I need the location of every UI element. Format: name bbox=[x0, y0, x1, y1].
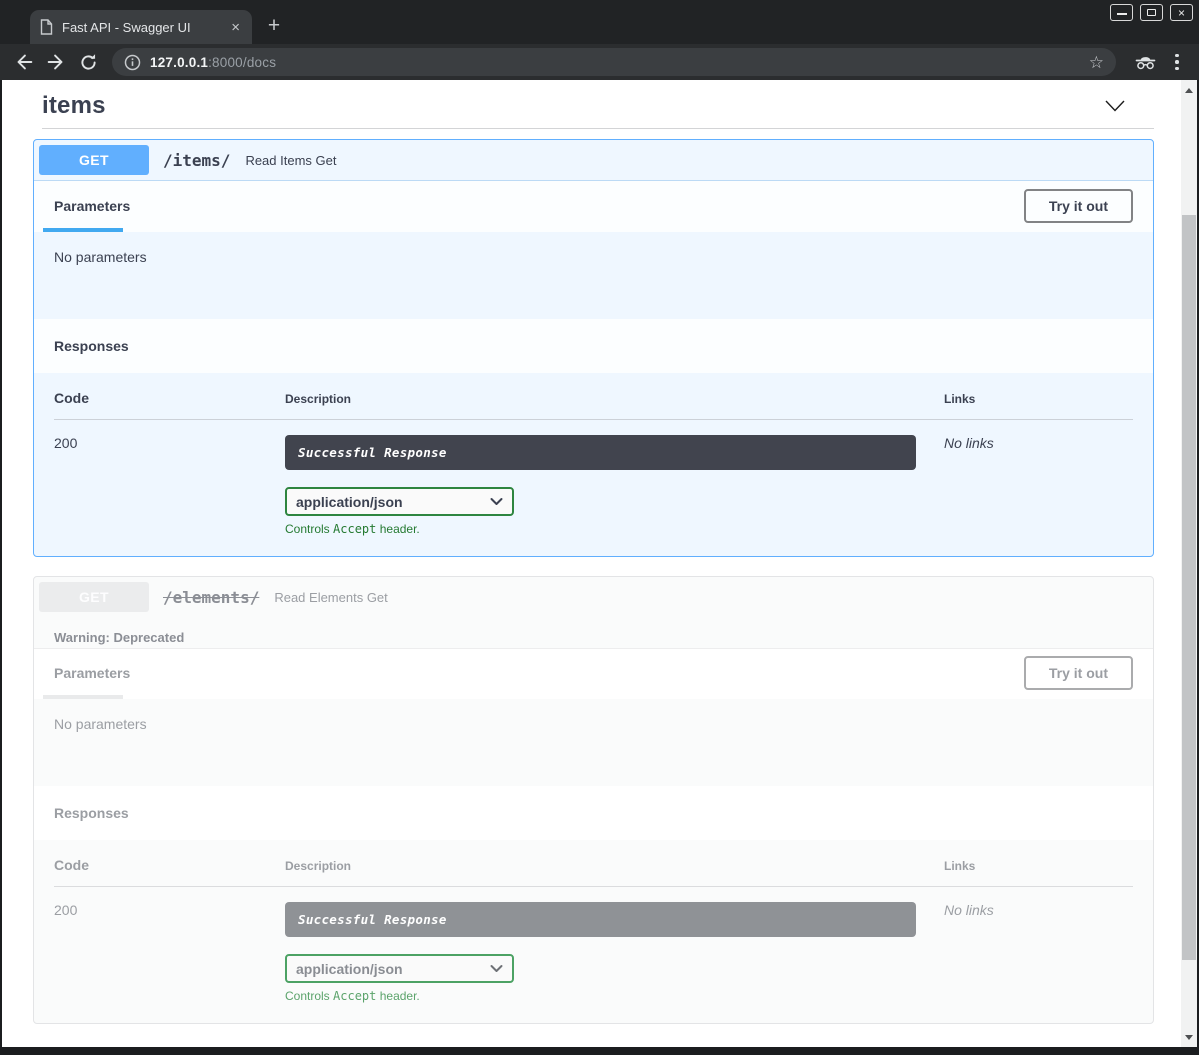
response-row: 200 Successful Response application/json… bbox=[54, 887, 1133, 1003]
scrollbar-thumb[interactable] bbox=[1182, 215, 1196, 960]
endpoint-summary: Read Items Get bbox=[245, 153, 336, 168]
url-host: 127.0.0.1 bbox=[150, 55, 208, 70]
chevron-down-icon[interactable] bbox=[1104, 99, 1126, 113]
page-content: items GET /items/ Read Items Get Paramet… bbox=[2, 80, 1197, 1047]
maximize-icon bbox=[1147, 9, 1156, 16]
response-description-cell: Successful Response application/json Con… bbox=[285, 902, 944, 1003]
section-divider bbox=[42, 128, 1154, 129]
accept-note-suffix: header. bbox=[376, 989, 419, 1003]
opblock-get-items: GET /items/ Read Items Get Parameters Tr… bbox=[33, 139, 1154, 557]
opblock-summary[interactable]: GET /elements/ Read Elements Get bbox=[34, 577, 1153, 617]
responses-table: Code Description Links 200 Successful Re… bbox=[34, 840, 1153, 1023]
no-parameters-text: No parameters bbox=[34, 699, 1153, 786]
parameters-header: Parameters Try it out bbox=[34, 648, 1153, 699]
window-minimize-button[interactable] bbox=[1110, 4, 1133, 21]
incognito-icon bbox=[1134, 53, 1157, 71]
responses-table-header: Code Description Links bbox=[54, 390, 1133, 420]
responses-table-header: Code Description Links bbox=[54, 857, 1133, 887]
active-tab-underline bbox=[43, 695, 123, 699]
address-bar[interactable]: 127.0.0.1:8000/docs ☆ bbox=[112, 48, 1116, 76]
menu-dot bbox=[1175, 60, 1179, 64]
forward-button[interactable] bbox=[40, 47, 72, 77]
endpoint-path: /items/ bbox=[163, 151, 230, 170]
minimize-icon bbox=[1117, 13, 1127, 15]
page-favicon-icon bbox=[40, 19, 53, 35]
response-links: No links bbox=[944, 435, 1133, 536]
window-controls: × bbox=[1110, 4, 1193, 21]
endpoint-path: /elements/ bbox=[163, 588, 259, 607]
no-parameters-text: No parameters bbox=[34, 232, 1153, 319]
tab-parameters[interactable]: Parameters bbox=[54, 665, 130, 681]
code-column-header: Code bbox=[54, 390, 285, 406]
try-it-out-button[interactable]: Try it out bbox=[1024, 189, 1133, 223]
scroll-down-button[interactable] bbox=[1181, 1029, 1197, 1045]
tab-close-icon[interactable]: × bbox=[229, 20, 242, 35]
opblock-get-elements-deprecated: GET /elements/ Read Elements Get Warning… bbox=[33, 576, 1154, 1024]
media-type-select[interactable]: application/json bbox=[285, 954, 514, 983]
accept-note-code: Accept bbox=[333, 989, 376, 1003]
description-column-header: Description bbox=[285, 392, 944, 406]
responses-table: Code Description Links 200 Successful Re… bbox=[34, 373, 1153, 556]
back-button[interactable] bbox=[8, 47, 40, 77]
responses-title: Responses bbox=[34, 786, 1153, 840]
accept-header-note: Controls Accept header. bbox=[285, 522, 944, 536]
info-icon bbox=[124, 54, 141, 71]
method-badge: GET bbox=[39, 145, 149, 175]
window-maximize-button[interactable] bbox=[1140, 4, 1163, 21]
accept-note-prefix: Controls bbox=[285, 522, 333, 536]
response-description-cell: Successful Response application/json Con… bbox=[285, 435, 944, 536]
responses-title: Responses bbox=[34, 319, 1153, 373]
endpoint-summary: Read Elements Get bbox=[274, 590, 387, 605]
scrollbar-track[interactable] bbox=[1181, 80, 1197, 1047]
accept-note-prefix: Controls bbox=[285, 989, 333, 1003]
try-it-out-button[interactable]: Try it out bbox=[1024, 656, 1133, 690]
url-path: :8000/docs bbox=[208, 55, 276, 70]
accept-header-note: Controls Accept header. bbox=[285, 989, 944, 1003]
links-column-header: Links bbox=[944, 859, 1133, 873]
browser-tab[interactable]: Fast API - Swagger UI × bbox=[30, 10, 252, 44]
active-tab-underline bbox=[43, 228, 123, 232]
response-row: 200 Successful Response application/json… bbox=[54, 420, 1133, 536]
reload-icon bbox=[78, 52, 99, 73]
reload-button[interactable] bbox=[72, 47, 104, 77]
tab-parameters[interactable]: Parameters bbox=[54, 198, 130, 214]
media-type-wrap: application/json bbox=[285, 487, 514, 516]
response-links: No links bbox=[944, 902, 1133, 1003]
forward-arrow-icon bbox=[45, 51, 67, 73]
description-column-header: Description bbox=[285, 859, 944, 873]
response-code: 200 bbox=[54, 435, 285, 536]
triangle-down-icon bbox=[1185, 1035, 1193, 1040]
response-code: 200 bbox=[54, 902, 285, 1003]
back-arrow-icon bbox=[13, 51, 35, 73]
triangle-up-icon bbox=[1185, 88, 1193, 93]
tab-title: Fast API - Swagger UI bbox=[62, 20, 229, 35]
browser-titlebar: Fast API - Swagger UI × + × bbox=[0, 0, 1199, 44]
method-badge: GET bbox=[39, 582, 149, 612]
menu-dot bbox=[1175, 67, 1179, 71]
url-text: 127.0.0.1:8000/docs bbox=[150, 55, 276, 70]
accept-note-suffix: header. bbox=[376, 522, 419, 536]
accept-note-code: Accept bbox=[333, 522, 376, 536]
section-title: items bbox=[42, 92, 106, 120]
tag-section-header[interactable]: items bbox=[33, 90, 1154, 126]
media-type-wrap: application/json bbox=[285, 954, 514, 983]
browser-menu-button[interactable] bbox=[1175, 54, 1179, 71]
response-description: Successful Response bbox=[285, 902, 916, 937]
deprecated-warning: Warning: Deprecated bbox=[34, 617, 1153, 648]
scroll-up-button[interactable] bbox=[1181, 82, 1197, 98]
parameters-header: Parameters Try it out bbox=[34, 181, 1153, 232]
browser-toolbar: 127.0.0.1:8000/docs ☆ bbox=[0, 44, 1199, 80]
media-type-select[interactable]: application/json bbox=[285, 487, 514, 516]
bookmark-star-icon[interactable]: ☆ bbox=[1089, 54, 1104, 71]
window-close-button[interactable]: × bbox=[1170, 4, 1193, 21]
opblock-summary[interactable]: GET /items/ Read Items Get bbox=[34, 140, 1153, 181]
links-column-header: Links bbox=[944, 392, 1133, 406]
new-tab-button[interactable]: + bbox=[260, 12, 288, 40]
response-description: Successful Response bbox=[285, 435, 916, 470]
swagger-ui: items GET /items/ Read Items Get Paramet… bbox=[2, 80, 1181, 1047]
code-column-header: Code bbox=[54, 857, 285, 873]
menu-dot bbox=[1175, 54, 1179, 58]
